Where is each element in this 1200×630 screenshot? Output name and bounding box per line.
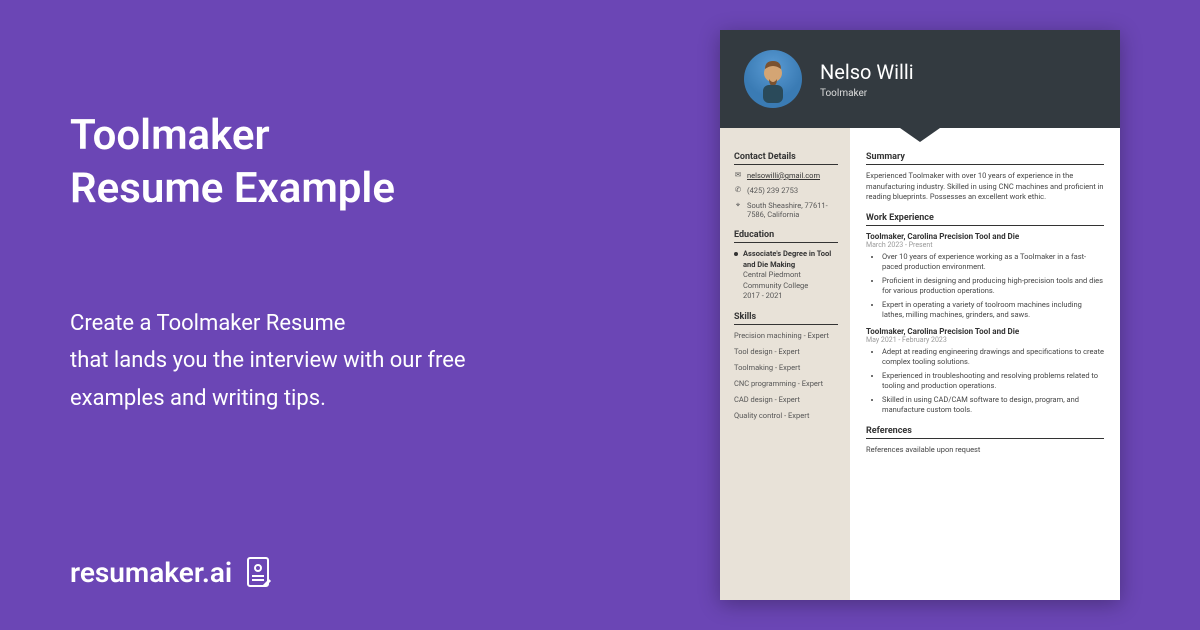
- education-item: Associate's Degree in Tool and Die Makin…: [734, 249, 838, 302]
- contact-address: South Sheashire, 77611-7586, California: [747, 201, 838, 221]
- location-icon: ⌖: [734, 201, 742, 209]
- references-text: References available upon request: [866, 445, 1104, 456]
- experience-heading: Work Experience: [866, 213, 1104, 226]
- logo-text: resumaker.ai: [70, 556, 232, 589]
- job-title: Toolmaker, Carolina Precision Tool and D…: [866, 327, 1104, 336]
- skill-item: Precision machining - Expert: [734, 331, 838, 340]
- contact-email-row: ✉ nelsowilli@gmail.com: [734, 171, 838, 181]
- page-subtitle: Create a Toolmaker Resume that lands you…: [70, 305, 660, 417]
- education-heading: Education: [734, 230, 838, 243]
- document-icon: [240, 554, 276, 590]
- job-bullet: Proficient in designing and producing hi…: [882, 276, 1104, 297]
- right-panel: Nelso Willi Toolmaker Contact Details ✉ …: [720, 0, 1160, 630]
- subtitle-line-1: Create a Toolmaker Resume: [70, 311, 345, 336]
- education-years: 2017 - 2021: [743, 291, 838, 302]
- resume-main: Summary Experienced Toolmaker with over …: [850, 128, 1120, 600]
- job-bullet: Adept at reading engineering drawings an…: [882, 347, 1104, 368]
- summary-heading: Summary: [866, 152, 1104, 165]
- skill-item: Toolmaking - Expert: [734, 363, 838, 372]
- job-bullet: Experienced in troubleshooting and resol…: [882, 371, 1104, 392]
- job-dates: March 2023 - Present: [866, 241, 1104, 249]
- page-title: Toolmaker Resume Example: [70, 110, 660, 215]
- bullet-icon: [734, 252, 738, 256]
- skill-item: Quality control - Expert: [734, 411, 838, 420]
- job-bullets: Over 10 years of experience working as a…: [866, 252, 1104, 321]
- skills-heading: Skills: [734, 312, 838, 325]
- job-title: Toolmaker, Carolina Precision Tool and D…: [866, 232, 1104, 241]
- avatar: [744, 50, 802, 108]
- skill-item: CNC programming - Expert: [734, 379, 838, 388]
- contact-email: nelsowilli@gmail.com: [747, 171, 820, 181]
- resume-body: Contact Details ✉ nelsowilli@gmail.com ✆…: [720, 128, 1120, 600]
- logo: resumaker.ai: [70, 554, 660, 590]
- skill-item: Tool design - Expert: [734, 347, 838, 356]
- contact-phone: (425) 239 2753: [747, 186, 798, 196]
- header-chevron-icon: [900, 128, 940, 142]
- title-line-2: Resume Example: [70, 164, 395, 213]
- resume-preview: Nelso Willi Toolmaker Contact Details ✉ …: [720, 30, 1120, 600]
- skill-item: CAD design - Expert: [734, 395, 838, 404]
- job-dates: May 2021 - February 2023: [866, 336, 1104, 344]
- resume-header: Nelso Willi Toolmaker: [720, 30, 1120, 128]
- contact-address-row: ⌖ South Sheashire, 77611-7586, Californi…: [734, 201, 838, 221]
- job-bullets: Adept at reading engineering drawings an…: [866, 347, 1104, 416]
- left-panel: Toolmaker Resume Example Create a Toolma…: [0, 0, 720, 630]
- phone-icon: ✆: [734, 186, 742, 194]
- subtitle-line-2: that lands you the interview with our fr…: [70, 348, 466, 373]
- references-heading: References: [866, 426, 1104, 439]
- resume-role: Toolmaker: [820, 88, 914, 99]
- subtitle-line-3: examples and writing tips.: [70, 386, 326, 411]
- job-bullet: Skilled in using CAD/CAM software to des…: [882, 395, 1104, 416]
- summary-text: Experienced Toolmaker with over 10 years…: [866, 171, 1104, 203]
- contact-heading: Contact Details: [734, 152, 838, 165]
- job-bullet: Over 10 years of experience working as a…: [882, 252, 1104, 273]
- resume-sidebar: Contact Details ✉ nelsowilli@gmail.com ✆…: [720, 128, 850, 600]
- title-line-1: Toolmaker: [70, 111, 270, 160]
- education-school: Central Piedmont Community College: [743, 270, 838, 291]
- education-degree: Associate's Degree in Tool and Die Makin…: [743, 249, 838, 270]
- resume-name: Nelso Willi: [820, 60, 914, 84]
- job-bullet: Expert in operating a variety of toolroo…: [882, 300, 1104, 321]
- contact-phone-row: ✆ (425) 239 2753: [734, 186, 838, 196]
- email-icon: ✉: [734, 171, 742, 179]
